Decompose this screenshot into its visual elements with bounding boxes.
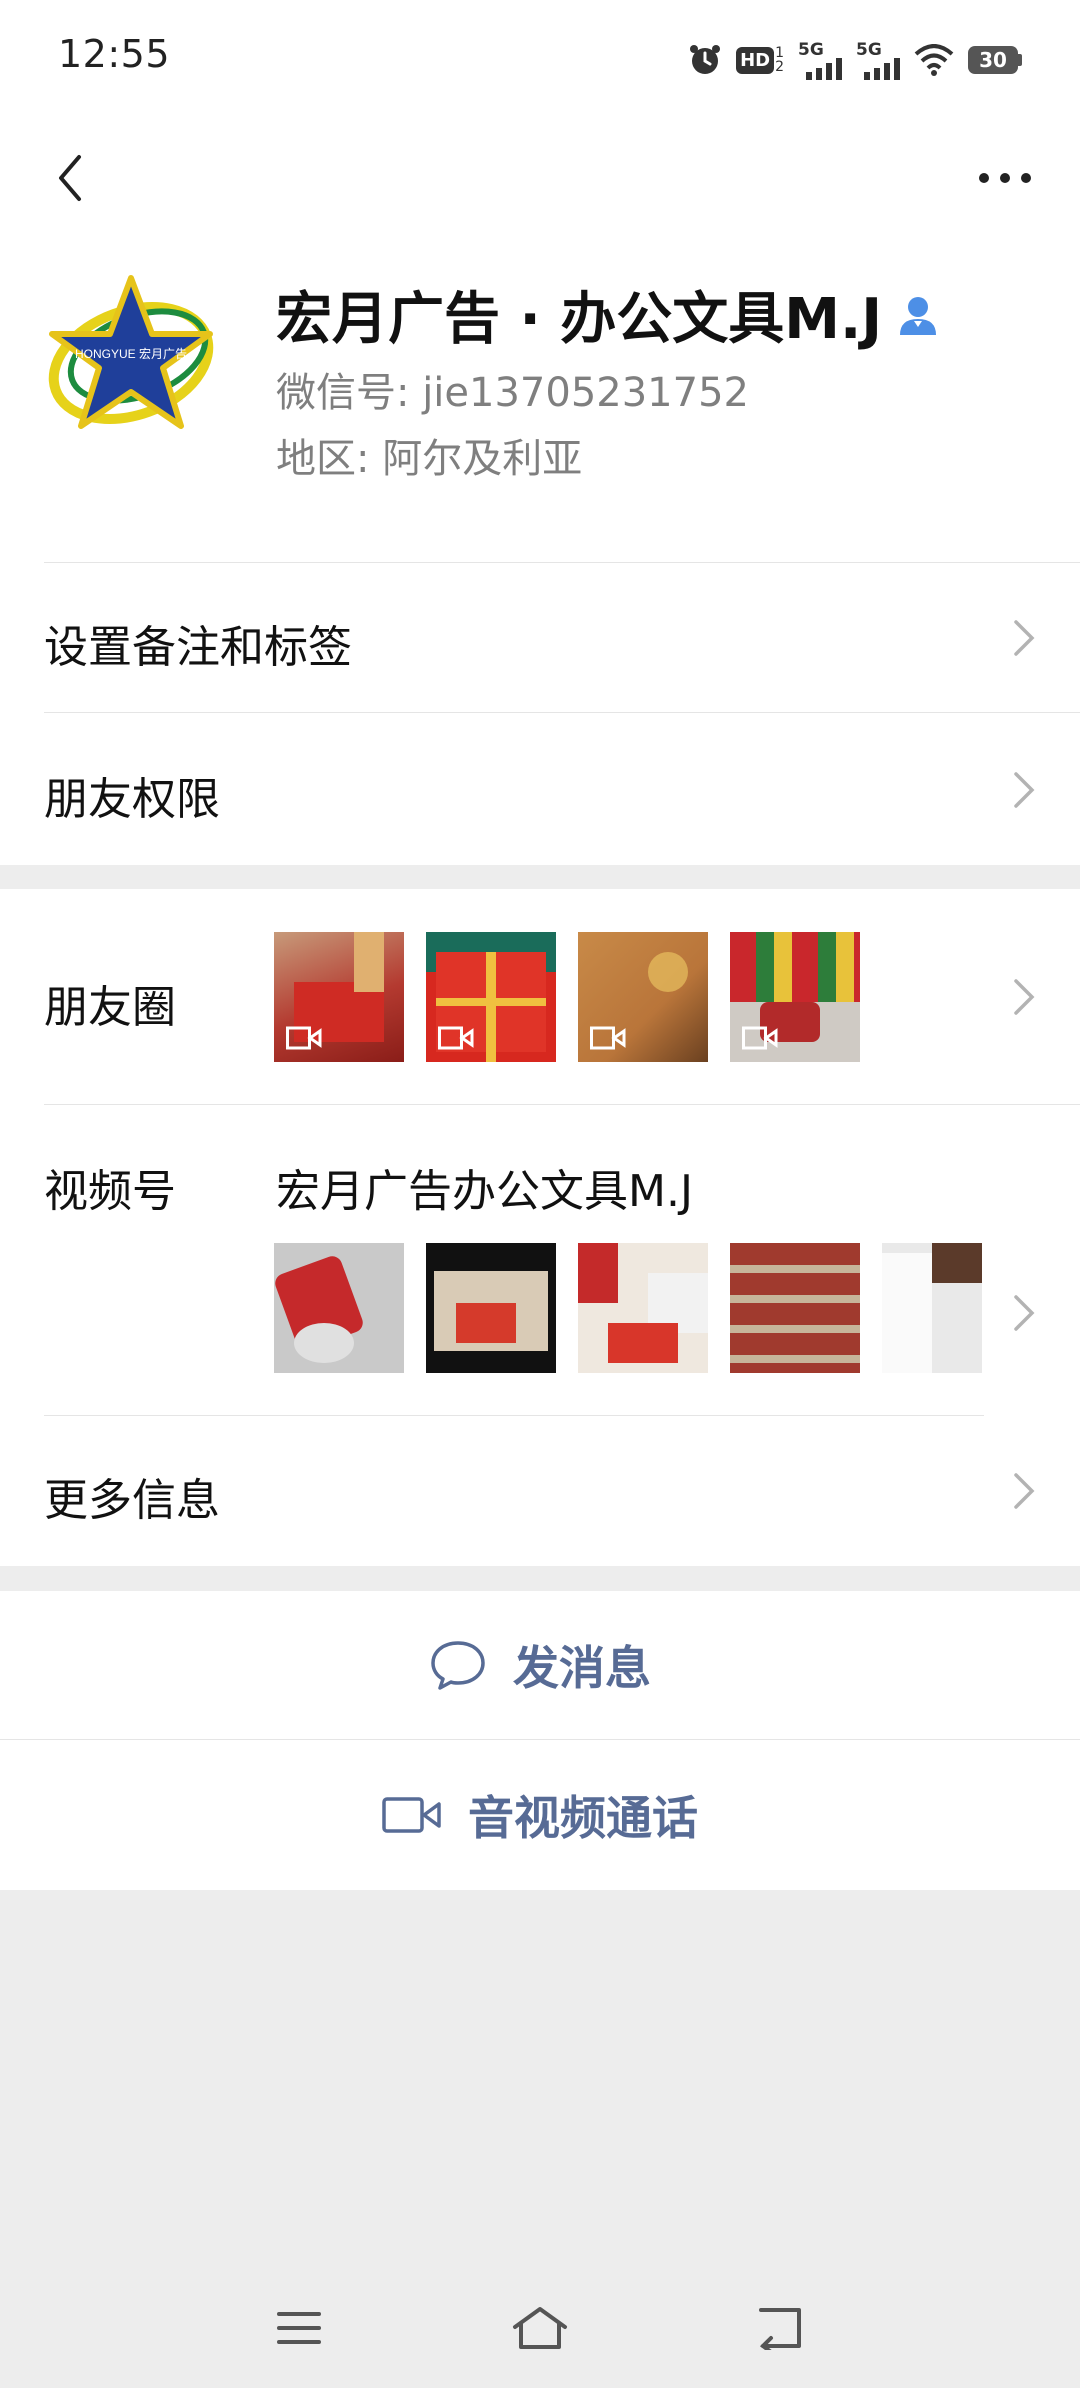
avatar[interactable]: HONGYUE 宏月广告 bbox=[42, 268, 220, 446]
send-message-button[interactable]: 发消息 bbox=[0, 1591, 1080, 1739]
wechat-id: 微信号: jie13705231752 bbox=[276, 370, 749, 416]
video-icon bbox=[590, 1026, 626, 1050]
moments-thumbnail bbox=[426, 932, 556, 1062]
chevron-right-icon bbox=[1014, 1295, 1035, 1331]
battery-icon: 30 bbox=[968, 46, 1022, 74]
video-icon bbox=[742, 1026, 778, 1050]
back-button[interactable] bbox=[30, 132, 110, 224]
home-nav-button[interactable] bbox=[505, 2298, 575, 2358]
video-call-label: 音视频通话 bbox=[468, 1791, 698, 1845]
hd-label: HD bbox=[736, 46, 775, 74]
user-verified-icon bbox=[900, 296, 937, 335]
hd-icon: HD 12 bbox=[736, 46, 784, 74]
chevron-right-icon bbox=[1014, 1473, 1035, 1509]
more-options-button[interactable] bbox=[960, 132, 1050, 224]
channels-thumbnail bbox=[426, 1243, 556, 1373]
channels-thumbnail bbox=[578, 1243, 708, 1373]
contact-name: 宏月广告 · 办公文具M.J bbox=[276, 287, 883, 352]
back-nav-icon bbox=[759, 2308, 801, 2350]
network-label-1: 5G bbox=[798, 40, 824, 60]
system-nav-bar bbox=[0, 2268, 1080, 2388]
wifi-icon bbox=[914, 44, 954, 76]
chevron-right-icon bbox=[1014, 620, 1035, 656]
more-info-label: 更多信息 bbox=[44, 1475, 220, 1526]
profile-header: HONGYUE 宏月广告 宏月广告 · 办公文具M.J 微信号: jie1370… bbox=[0, 238, 1080, 563]
channels-item[interactable]: 视频号 宏月广告办公文具M.J bbox=[0, 1105, 1080, 1416]
menu-nav-button[interactable] bbox=[264, 2298, 334, 2358]
avatar-text: HONGYUE 宏月广告 bbox=[75, 346, 187, 361]
status-bar: 12:55 HD 12 5G 5G 30 bbox=[0, 0, 1080, 118]
channels-name: 宏月广告办公文具M.J bbox=[276, 1166, 693, 1217]
menu-lines-icon bbox=[277, 2312, 321, 2344]
more-info-item[interactable]: 更多信息 bbox=[0, 1416, 1080, 1566]
moments-thumbnail bbox=[730, 932, 860, 1062]
moments-item[interactable]: 朋友圈 bbox=[0, 889, 1080, 1105]
chat-bubble-icon bbox=[431, 1641, 485, 1690]
hongyue-logo: HONGYUE 宏月广告 bbox=[42, 268, 220, 446]
status-icons: HD 12 5G 5G 30 bbox=[688, 38, 1022, 82]
video-icon bbox=[286, 1026, 322, 1050]
send-message-label: 发消息 bbox=[513, 1641, 651, 1695]
remark-tags-item[interactable]: 设置备注和标签 bbox=[0, 563, 1080, 713]
chevron-right-icon bbox=[1014, 772, 1035, 808]
remark-tags-label: 设置备注和标签 bbox=[44, 622, 352, 673]
chevron-right-icon bbox=[1014, 979, 1035, 1015]
friend-permissions-label: 朋友权限 bbox=[44, 774, 220, 825]
channels-label: 视频号 bbox=[44, 1166, 176, 1217]
more-dots-icon bbox=[979, 173, 1031, 183]
contact-profile-page: 12:55 HD 12 5G 5G 30 HONGYUE 宏月广告 宏月广告 ·… bbox=[0, 0, 1080, 2388]
status-time: 12:55 bbox=[58, 32, 171, 76]
channels-thumbnail bbox=[274, 1243, 404, 1373]
video-call-button[interactable]: 音视频通话 bbox=[0, 1740, 1080, 1890]
video-icon bbox=[438, 1026, 474, 1050]
network-label-2: 5G bbox=[856, 40, 882, 60]
channels-thumbnail bbox=[730, 1243, 860, 1373]
signal-icon-1: 5G bbox=[798, 40, 842, 80]
moments-thumbnail bbox=[578, 932, 708, 1062]
signal-icon-2: 5G bbox=[856, 40, 900, 80]
video-camera-icon bbox=[382, 1797, 441, 1833]
region: 地区: 阿尔及利亚 bbox=[276, 436, 583, 482]
friend-permissions-item[interactable]: 朋友权限 bbox=[0, 713, 1080, 865]
home-icon bbox=[513, 2307, 567, 2349]
back-arrow-icon bbox=[59, 155, 81, 201]
battery-level: 30 bbox=[979, 48, 1007, 72]
name-row: 宏月广告 · 办公文具M.J bbox=[276, 274, 940, 355]
channels-thumbnail bbox=[882, 1243, 982, 1373]
moments-thumbnail bbox=[274, 932, 404, 1062]
back-nav-button[interactable] bbox=[745, 2298, 815, 2358]
nav-bar bbox=[0, 118, 1080, 238]
moments-label: 朋友圈 bbox=[44, 982, 176, 1033]
alarm-icon bbox=[690, 45, 721, 74]
